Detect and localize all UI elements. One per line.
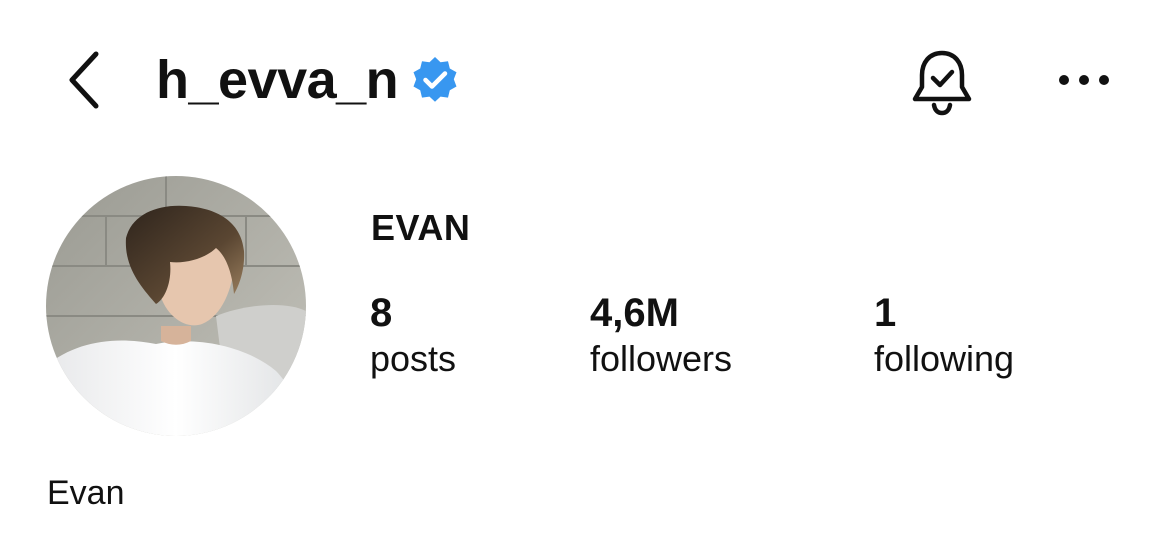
verified-badge-icon <box>410 55 460 105</box>
posts-count: 8 <box>370 291 393 335</box>
notifications-button[interactable] <box>904 44 980 120</box>
display-name: EVAN <box>371 207 471 248</box>
username-row: h_evva_n <box>156 44 460 116</box>
followers-count: 4,6M <box>590 291 679 335</box>
followers-label: followers <box>590 338 733 379</box>
following-stat[interactable]: 1 following <box>874 290 1014 382</box>
following-label: following <box>874 338 1015 379</box>
bio-name: Evan <box>47 474 125 512</box>
following-count: 1 <box>874 291 897 335</box>
more-horizontal-icon <box>1059 75 1109 85</box>
followers-stat[interactable]: 4,6M followers <box>590 290 732 382</box>
more-options-button[interactable] <box>1052 56 1116 104</box>
posts-label: posts <box>370 338 457 379</box>
avatar-photo <box>46 176 306 436</box>
back-button[interactable] <box>52 44 116 116</box>
profile-header: h_evva_n <box>0 0 1169 160</box>
bell-check-icon <box>912 50 972 116</box>
avatar[interactable] <box>46 176 306 436</box>
posts-stat[interactable]: 8 posts <box>370 290 456 382</box>
username: h_evva_n <box>156 50 399 110</box>
chevron-left-icon <box>69 51 99 109</box>
